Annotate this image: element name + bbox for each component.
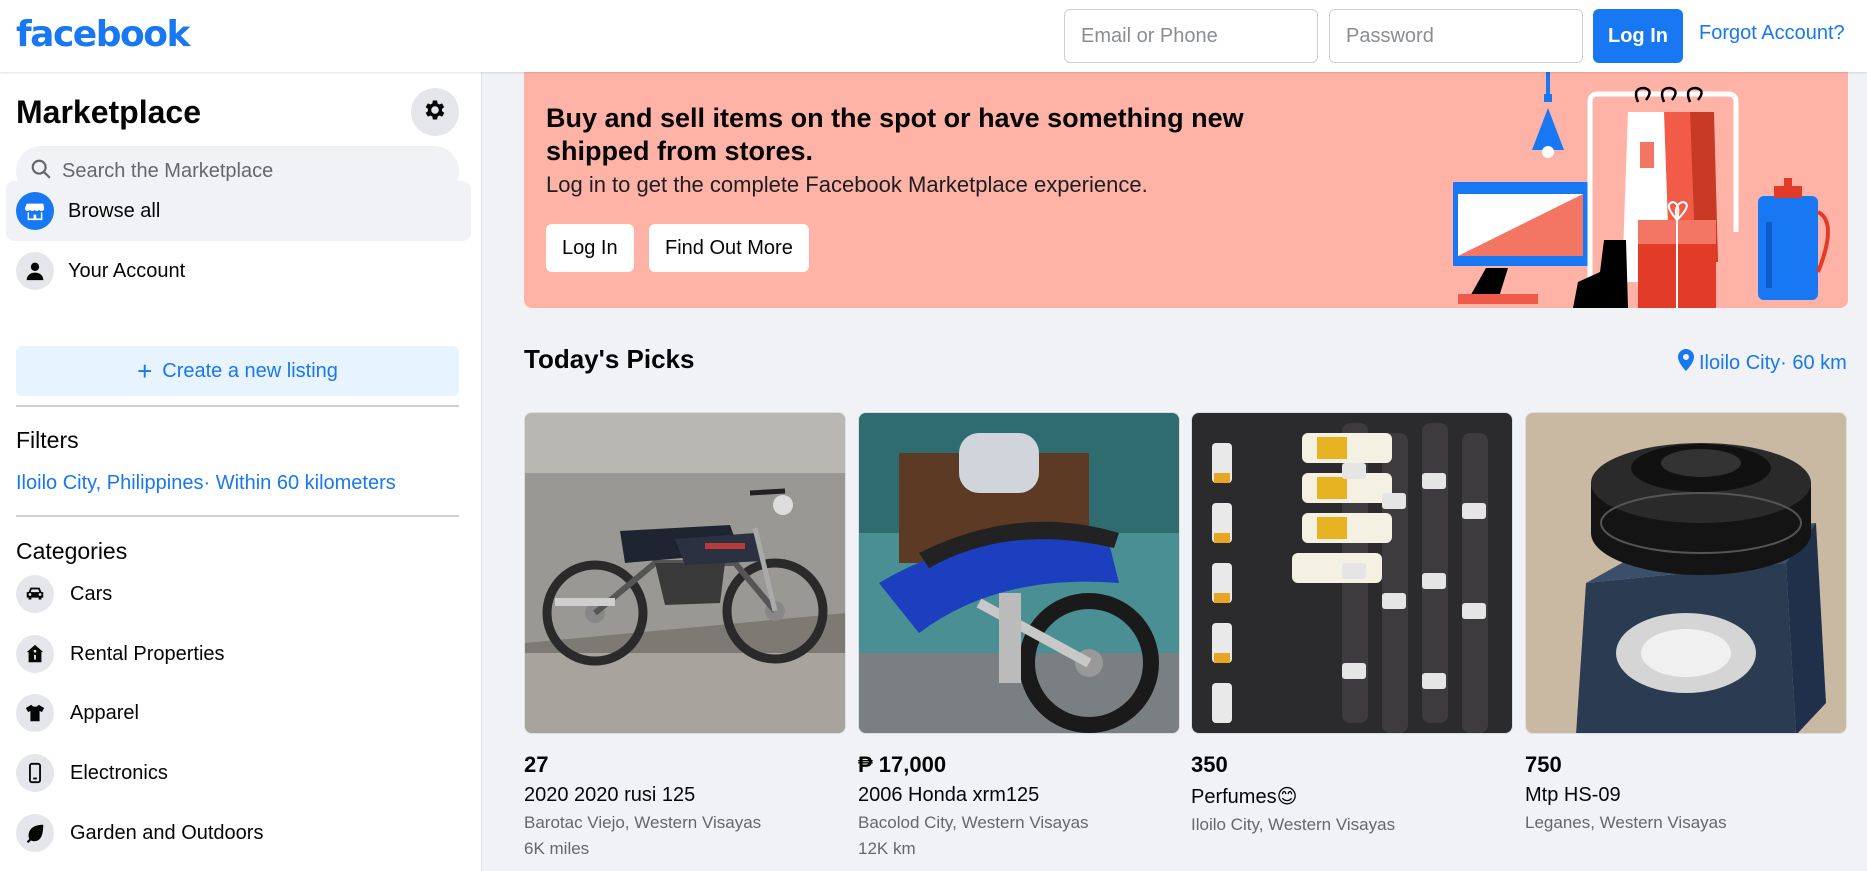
plus-icon: + (137, 356, 153, 386)
gear-icon (422, 97, 448, 128)
create-listing-button[interactable]: + Create a new listing (16, 346, 459, 396)
filters-heading: Filters (16, 427, 79, 453)
category-label: Electronics (70, 761, 168, 784)
category-label: Cars (70, 582, 113, 605)
email-field[interactable] (1064, 9, 1318, 63)
car-icon (16, 575, 54, 613)
category-label: Garden and Outdoors (70, 821, 264, 844)
login-promo-banner: Buy and sell items on the spot or have s… (524, 72, 1848, 308)
listing-title: Perfumes😊 (1191, 786, 1298, 808)
category-rental-properties[interactable]: Rental Properties (16, 630, 225, 678)
listing-location: Iloilo City, Western Visayas (1191, 815, 1396, 834)
location-filter-link[interactable]: Iloilo City, Philippines· Within 60 kilo… (16, 472, 396, 495)
category-cars[interactable]: Cars (16, 570, 112, 618)
banner-title: Buy and sell items on the spot or have s… (546, 103, 1244, 166)
listing-card[interactable]: 750 Mtp HS-09 Leganes, Western Visayas (1525, 412, 1847, 833)
listing-card[interactable]: 350 Perfumes😊 Iloilo City, Western Visay… (1191, 412, 1513, 835)
listing-image[interactable] (858, 412, 1180, 734)
divider (16, 515, 459, 517)
sidebar-item-label: Browse all (68, 199, 161, 222)
listing-title: Mtp HS-09 (1525, 784, 1621, 806)
sidebar-item-label: Your Account (68, 259, 186, 282)
person-icon (16, 252, 54, 290)
create-listing-label: Create a new listing (162, 359, 338, 382)
password-field[interactable] (1329, 9, 1583, 63)
category-apparel[interactable]: Apparel (16, 689, 139, 737)
banner-subtitle: Log in to get the complete Facebook Mark… (546, 172, 1148, 197)
listing-card[interactable]: 27 2020 2020 rusi 125 Barotac Viejo, Wes… (524, 412, 846, 859)
category-garden-outdoors[interactable]: Garden and Outdoors (16, 809, 263, 857)
settings-button[interactable] (411, 88, 459, 136)
marketplace-illustration (1453, 72, 1830, 308)
banner-login-button[interactable]: Log In (546, 224, 634, 272)
listing-price: 350 (1191, 752, 1228, 777)
forgot-account-link[interactable]: Forgot Account? (1699, 22, 1845, 45)
listing-location: Leganes, Western Visayas (1525, 813, 1727, 832)
listing-title: 2020 2020 rusi 125 (524, 784, 696, 806)
location-pin-icon (1677, 349, 1695, 377)
search-input[interactable] (62, 159, 442, 183)
page-title: Marketplace (16, 94, 201, 130)
sidebar-item-browse-all[interactable]: Browse all (6, 181, 471, 241)
listing-card[interactable]: ₱ 17,000 2006 Honda xrm125 Bacolod City,… (858, 412, 1180, 859)
category-electronics[interactable]: Electronics (16, 749, 168, 797)
categories-heading: Categories (16, 538, 128, 564)
location-label: Iloilo City· 60 km (1699, 351, 1847, 374)
category-label: Rental Properties (70, 642, 225, 665)
leaf-icon (16, 814, 54, 852)
listing-price: 750 (1525, 752, 1562, 777)
storefront-icon (16, 192, 54, 230)
listing-image[interactable] (1525, 412, 1847, 734)
listing-title: 2006 Honda xrm125 (858, 784, 1040, 806)
location-link[interactable]: Iloilo City· 60 km (1677, 349, 1847, 377)
category-label: Apparel (70, 701, 139, 724)
listing-mileage: 12K km (858, 839, 916, 858)
listing-location: Bacolod City, Western Visayas (858, 813, 1089, 832)
listing-image[interactable] (1191, 412, 1513, 734)
phone-icon (16, 754, 54, 792)
sidebar-item-your-account[interactable]: Your Account (6, 241, 471, 301)
login-button[interactable]: Log In (1593, 9, 1683, 63)
listing-mileage: 6K miles (524, 839, 590, 858)
listing-price: 27 (524, 752, 549, 777)
listing-location: Barotac Viejo, Western Visayas (524, 813, 762, 832)
listing-price: ₱ 17,000 (858, 752, 947, 777)
house-icon (16, 635, 54, 673)
divider (16, 405, 459, 407)
find-out-more-button[interactable]: Find Out More (649, 224, 809, 272)
shirt-icon (16, 694, 54, 732)
sidebar: Marketplace Browse all Your Account + Cr… (0, 72, 482, 871)
listing-image[interactable] (524, 412, 846, 734)
section-title: Today's Picks (524, 344, 695, 374)
facebook-logo[interactable]: facebook (16, 14, 190, 55)
top-bar: facebook Log In Forgot Account? (0, 0, 1867, 72)
